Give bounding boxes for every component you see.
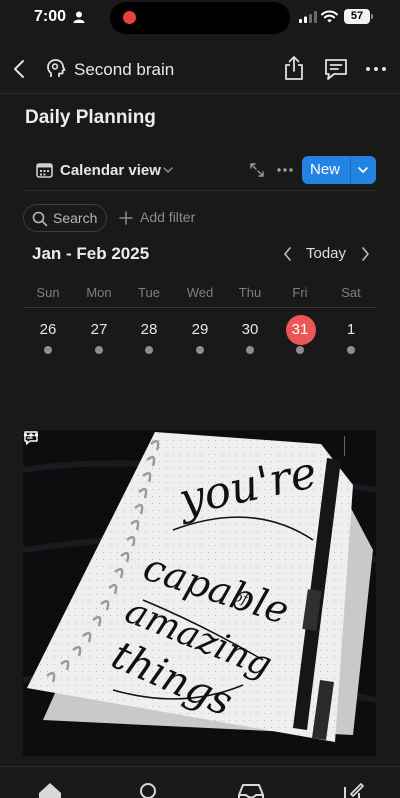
new-button[interactable]: New: [302, 156, 376, 184]
more-icon[interactable]: [276, 160, 294, 180]
search-button[interactable]: Search: [23, 204, 107, 232]
page-title: Daily Planning: [25, 107, 156, 128]
date-cell[interactable]: 26: [23, 321, 73, 338]
weekday-sun: Sun: [36, 285, 60, 300]
weekday-thu: Thu: [238, 285, 262, 300]
more-icon[interactable]: [23, 430, 39, 440]
event-dot[interactable]: [347, 346, 355, 354]
event-dot[interactable]: [44, 346, 52, 354]
card-actions-divider: [344, 436, 345, 456]
date-cell[interactable]: 27: [74, 321, 124, 338]
status-time: 7:00: [34, 8, 67, 25]
new-button-divider: [350, 156, 351, 184]
header-divider: [0, 93, 400, 94]
inbox-icon[interactable]: [237, 783, 265, 798]
event-dot[interactable]: [246, 346, 254, 354]
status-bar: 7:00 57: [0, 0, 400, 36]
date-cell-today[interactable]: 31: [275, 321, 325, 338]
comment-icon[interactable]: [323, 57, 349, 81]
weekday-divider: [23, 307, 376, 308]
date-cell[interactable]: 30: [225, 321, 275, 338]
chevron-down-icon[interactable]: [357, 165, 369, 175]
weekday-mon: Mon: [86, 285, 112, 300]
weekday-wed: Wed: [186, 285, 214, 300]
compose-icon[interactable]: [342, 781, 364, 798]
workspace-title[interactable]: Second brain: [74, 60, 174, 80]
cover-image: you're capable of amazing things: [23, 430, 376, 756]
weekday-fri: Fri: [292, 285, 308, 300]
view-selector[interactable]: Calendar view: [60, 162, 161, 179]
plus-icon[interactable]: [119, 211, 133, 225]
event-dot[interactable]: [296, 346, 304, 354]
expand-icon[interactable]: [249, 162, 265, 178]
date-cell[interactable]: 28: [124, 321, 174, 338]
chevron-left-icon[interactable]: [282, 246, 294, 262]
battery-tip: [371, 14, 373, 19]
weekday-sat: Sat: [341, 285, 361, 300]
chevron-down-icon[interactable]: [162, 165, 174, 175]
top-nav: Second brain: [0, 48, 400, 92]
recording-dot: [123, 11, 136, 24]
search-icon[interactable]: [138, 781, 160, 798]
date-cell[interactable]: 1: [326, 321, 376, 338]
weekday-tue: Tue: [138, 285, 160, 300]
more-icon[interactable]: [365, 58, 387, 80]
share-icon[interactable]: [282, 55, 306, 81]
event-dot[interactable]: [196, 346, 204, 354]
cover-card[interactable]: you're capable of amazing things: [23, 430, 376, 756]
event-dot[interactable]: [95, 346, 103, 354]
chevron-right-icon[interactable]: [359, 246, 371, 262]
back-icon[interactable]: [10, 58, 30, 80]
brain-icon: [47, 59, 66, 77]
search-label: Search: [53, 210, 98, 226]
event-dot[interactable]: [145, 346, 153, 354]
today-button[interactable]: Today: [306, 245, 346, 262]
add-filter-button[interactable]: Add filter: [140, 209, 195, 225]
calendar-range: Jan - Feb 2025: [32, 244, 150, 263]
date-cell[interactable]: 29: [175, 321, 225, 338]
toolbar-divider: [23, 190, 376, 191]
signal-icon: [299, 11, 317, 23]
search-icon: [32, 211, 48, 227]
bottom-tab-bar: [0, 766, 400, 798]
home-icon[interactable]: [37, 781, 63, 798]
person-icon: [73, 11, 85, 23]
calendar-icon: [36, 163, 53, 178]
dynamic-island: [110, 2, 290, 34]
battery-icon: 57: [344, 9, 370, 24]
wifi-icon: [321, 10, 338, 23]
new-button-label: New: [310, 161, 341, 178]
